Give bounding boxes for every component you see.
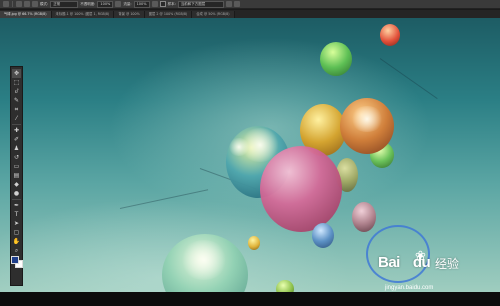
marquee-tool-icon[interactable]: ⬚ <box>12 78 21 87</box>
balloon-image <box>320 42 352 76</box>
watermark-url: jingyan.baidu.com <box>385 285 434 291</box>
brush-preset-icon[interactable] <box>24 1 30 7</box>
pen-tool-icon[interactable]: ✒ <box>12 201 21 210</box>
mode-label: 模式: <box>40 1 49 6</box>
balloon-image <box>352 202 376 232</box>
balloon-image <box>380 24 400 46</box>
sample-select[interactable]: 当前和下方图层 <box>177 0 224 8</box>
options-bar: 模式: 正常 不透明度: 100% 流量: 100% 样本: 当前和下方图层 <box>0 0 500 9</box>
foreground-color-swatch[interactable] <box>11 256 19 264</box>
mode-select[interactable]: 正常 <box>50 0 79 8</box>
balloon-image <box>260 146 342 232</box>
crop-tool-icon[interactable]: ⌗ <box>12 105 21 114</box>
tab-document-3[interactable]: 背景 @ 100% <box>114 11 145 18</box>
tool-preset-icon[interactable] <box>16 1 22 7</box>
aligned-checkbox[interactable] <box>159 1 166 7</box>
sample-label: 样本: <box>167 1 176 6</box>
history-brush-tool-icon[interactable]: ↺ <box>12 153 21 162</box>
eraser-tool-icon[interactable]: ▭ <box>12 162 21 171</box>
tab-document-4[interactable]: 图层 2 @ 100% (RGB/8) <box>144 11 193 18</box>
pressure-opacity-icon[interactable] <box>115 1 122 7</box>
type-tool-icon[interactable]: T <box>12 210 21 219</box>
healing-brush-tool-icon[interactable]: ✚ <box>12 126 21 135</box>
light-flare <box>180 240 228 280</box>
tab-document-2[interactable]: 未标题-1 @ 100% (图层 1, RGB/8) <box>51 11 115 18</box>
dodge-tool-icon[interactable]: ● <box>12 189 21 198</box>
separator <box>12 199 21 200</box>
opacity-input[interactable]: 100% <box>97 0 114 8</box>
app-menu-icon[interactable] <box>3 1 9 7</box>
gradient-tool-icon[interactable]: ▤ <box>12 171 21 180</box>
blur-tool-icon[interactable]: ◆ <box>12 180 21 189</box>
pressure-size-icon[interactable] <box>233 1 240 7</box>
ignore-adjustment-icon[interactable] <box>225 1 232 7</box>
document-tab-bar: 气球.jpg @ 66.7% (RGB/8) 未标题-1 @ 100% (图层 … <box>0 10 500 18</box>
separator <box>12 1 13 7</box>
opacity-label: 不透明度: <box>80 1 96 6</box>
texture-crack <box>119 189 209 209</box>
watermark-cn-text: 经验 <box>435 257 460 271</box>
paw-logo-icon: ❀ <box>415 249 426 264</box>
tools-panel: ✥ ⬚ ᦊ ✎ ⌗ ⁄ ✚ ✐ ♟ ↺ ▭ ▤ ◆ ● ✒ T ➤ ▢ ✋ ⌕ <box>10 66 23 286</box>
zoom-tool-icon[interactable]: ⌕ <box>12 246 21 255</box>
path-select-tool-icon[interactable]: ➤ <box>12 219 21 228</box>
balloon-image <box>276 280 294 292</box>
move-tool-icon[interactable]: ✥ <box>12 69 21 78</box>
status-strip <box>0 292 500 306</box>
balloon-image <box>248 236 260 250</box>
separator <box>12 124 21 125</box>
tab-document-5[interactable]: 合成 @ 50% (RGB/8) <box>192 11 235 18</box>
clone-stamp-tool-icon[interactable]: ♟ <box>12 144 21 153</box>
flow-input[interactable]: 100% <box>133 0 150 8</box>
lasso-tool-icon[interactable]: ᦊ <box>12 87 21 96</box>
tab-document-1[interactable]: 气球.jpg @ 66.7% (RGB/8) <box>0 11 52 18</box>
quick-select-tool-icon[interactable]: ✎ <box>12 96 21 105</box>
brush-panel-icon[interactable] <box>32 1 38 7</box>
texture-crack <box>379 58 438 100</box>
shape-tool-icon[interactable]: ▢ <box>12 228 21 237</box>
balloon-image <box>312 223 334 248</box>
flow-label: 流量: <box>123 1 132 6</box>
eyedropper-tool-icon[interactable]: ⁄ <box>12 114 21 123</box>
hand-tool-icon[interactable]: ✋ <box>12 237 21 246</box>
color-swatches <box>11 256 23 268</box>
brush-tool-icon[interactable]: ✐ <box>12 135 21 144</box>
light-flare <box>228 138 250 156</box>
light-flare <box>350 106 384 132</box>
airbrush-icon[interactable] <box>151 1 158 7</box>
